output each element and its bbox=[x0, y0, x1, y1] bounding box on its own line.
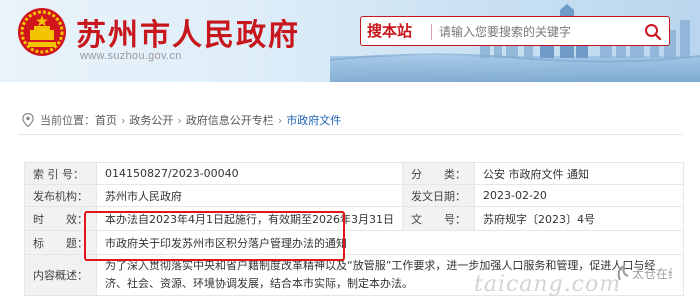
breadcrumb-separator: › bbox=[277, 113, 283, 127]
table-row: 时 效： 本办法自2023年4月1日起施行，有效期至2026年3月31日 文 号… bbox=[24, 206, 685, 231]
date-value: 2023-02-20 bbox=[473, 184, 685, 207]
divider bbox=[18, 134, 683, 135]
breadcrumb-separator: › bbox=[121, 113, 126, 127]
breadcrumb-separator: › bbox=[177, 113, 182, 127]
breadcrumb-home[interactable]: 首页 bbox=[95, 112, 117, 128]
date-label: 发文日期： bbox=[401, 184, 475, 207]
summary-label: 内容概述： bbox=[24, 254, 97, 296]
search-input[interactable] bbox=[439, 22, 639, 42]
location-pin-icon bbox=[22, 113, 34, 127]
issuer-label: 发布机构： bbox=[24, 184, 97, 207]
breadcrumb: 当前位置： 首页 › 政务公开 › 政府信息公开专栏 › 市政府文件 bbox=[22, 112, 341, 128]
title-value: 市政府关于印发苏州市区积分落户管理办法的通知 bbox=[96, 230, 684, 255]
watermark-logo: 太仓在线 bbox=[617, 264, 672, 281]
site-url: www.suzhou.gov.cn bbox=[80, 50, 182, 62]
validity-label: 时 效： bbox=[24, 206, 97, 231]
site-header: 苏州市人民政府 www.suzhou.gov.cn 搜本站 bbox=[0, 0, 700, 82]
index-label: 索 引 号： bbox=[24, 162, 97, 185]
validity-value: 本办法自2023年4月1日起施行，有效期至2026年3月31日 bbox=[96, 206, 403, 231]
svg-text:太仓在线: 太仓在线 bbox=[632, 266, 672, 281]
index-value: 014150827/2023-00040 bbox=[96, 162, 403, 185]
table-row: 索 引 号： 014150827/2023-00040 分 类： 公安 市政府文… bbox=[24, 162, 685, 185]
category-label: 分 类： bbox=[401, 162, 475, 185]
national-emblem-icon bbox=[18, 8, 66, 56]
breadcrumb-prefix: 当前位置： bbox=[40, 114, 95, 127]
title-label: 标 题： bbox=[24, 230, 97, 255]
breadcrumb-current[interactable]: 市政府文件 bbox=[286, 112, 341, 128]
site-title: 苏州市人民政府 bbox=[76, 18, 300, 53]
search-scope-label[interactable]: 搜本站 bbox=[367, 20, 412, 41]
table-row: 发布机构： 苏州市人民政府 发文日期： 2023-02-20 bbox=[24, 184, 685, 207]
docno-value: 苏府规字〔2023〕4号 bbox=[473, 206, 685, 231]
category-value: 公安 市政府文件 通知 bbox=[473, 162, 685, 185]
table-row: 标 题： 市政府关于印发苏州市区积分落户管理办法的通知 bbox=[24, 230, 684, 255]
watermark-text: taicang.com bbox=[474, 272, 622, 297]
search-icon[interactable] bbox=[643, 22, 663, 42]
search-divider bbox=[431, 24, 432, 40]
docno-label: 文 号： bbox=[401, 206, 475, 231]
breadcrumb-info-column[interactable]: 政府信息公开专栏 bbox=[186, 112, 274, 128]
issuer-value: 苏州市人民政府 bbox=[96, 184, 403, 207]
search-box: 搜本站 bbox=[360, 16, 670, 46]
breadcrumb-gov-affairs[interactable]: 政务公开 bbox=[129, 112, 173, 128]
